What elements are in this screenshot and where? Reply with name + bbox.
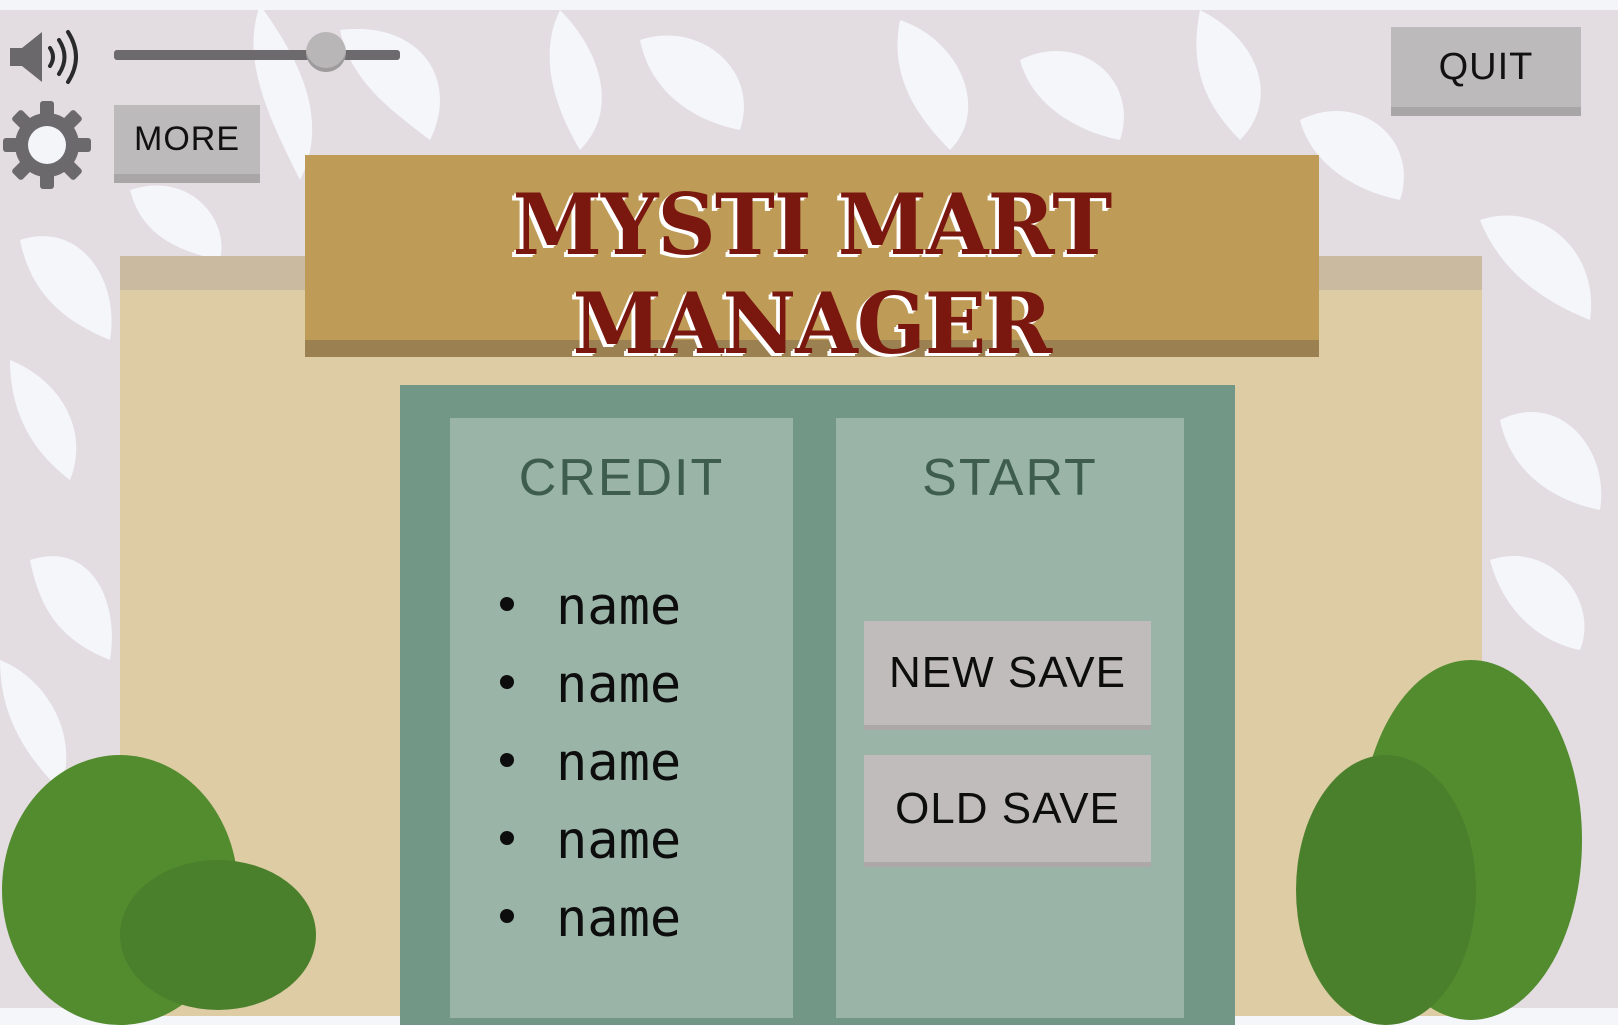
start-heading: START [922, 449, 1098, 507]
bullet-icon [500, 597, 514, 611]
bullet-icon [500, 831, 514, 845]
credit-name: name [500, 880, 681, 958]
volume-track[interactable] [114, 50, 400, 60]
credit-name: name [500, 568, 681, 646]
quit-button[interactable]: QUIT [1391, 27, 1581, 116]
credit-panel: CREDIT name name name name name [450, 418, 793, 1018]
volume-slider[interactable] [114, 32, 400, 72]
game-title: MYSTI MART MANAGER [512, 175, 1113, 373]
volume-knob[interactable] [305, 32, 346, 72]
more-button[interactable]: MORE [114, 105, 260, 183]
bullet-icon [500, 753, 514, 767]
new-save-button[interactable]: NEW SAVE [864, 621, 1151, 730]
credit-list: name name name name name [500, 568, 681, 958]
credit-name: name [500, 724, 681, 802]
bullet-icon [500, 909, 514, 923]
credit-name: name [500, 646, 681, 724]
gear-icon[interactable] [0, 98, 94, 192]
old-save-button[interactable]: OLD SAVE [864, 755, 1151, 867]
credit-heading: CREDIT [518, 449, 725, 507]
bullet-icon [500, 675, 514, 689]
title-sign: MYSTI MART MANAGER [305, 155, 1319, 373]
credit-name: name [500, 802, 681, 880]
bush-left-small [120, 860, 316, 1010]
bush-right-small [1296, 755, 1476, 1025]
speaker-icon[interactable] [6, 26, 90, 88]
